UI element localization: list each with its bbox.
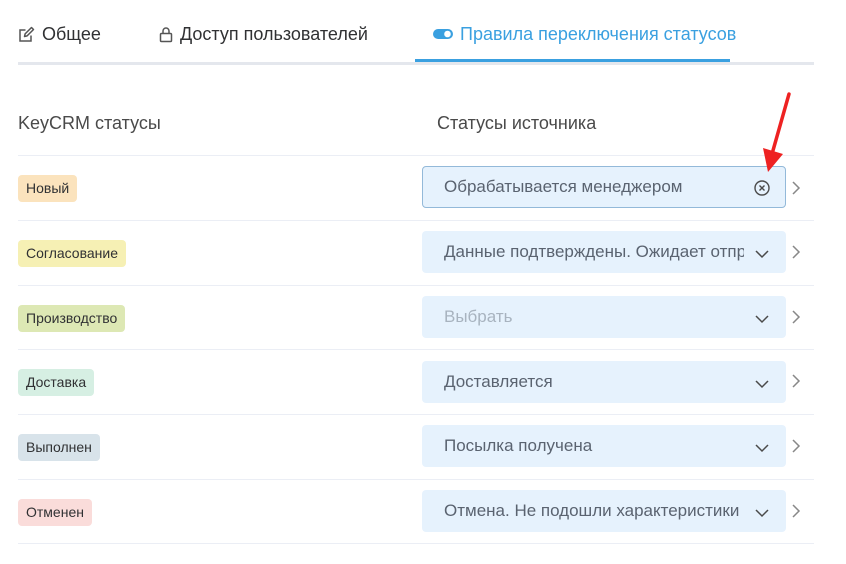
chevron-right-icon[interactable] xyxy=(791,373,801,394)
chevron-right-icon[interactable] xyxy=(791,180,801,201)
source-status-select[interactable]: Посылка получена xyxy=(422,425,786,467)
source-status-value: Обрабатывается менеджером xyxy=(444,177,683,196)
column-header-keycrm: KeyCRM статусы xyxy=(18,113,161,133)
row-divider xyxy=(18,479,814,480)
source-status-placeholder: Выбрать xyxy=(444,307,513,326)
annotation-arrow-icon xyxy=(763,92,791,172)
chevron-down-icon xyxy=(754,245,770,266)
column-header-source: Статусы источника xyxy=(437,113,597,133)
tab-bar: Общее Доступ пользователей Правила перек… xyxy=(18,0,814,65)
status-badge: Согласование xyxy=(18,240,126,267)
status-badge: Отменен xyxy=(18,499,92,526)
source-status-select[interactable]: Выбрать xyxy=(422,296,786,338)
source-status-value: Доставляется xyxy=(444,372,553,391)
chevron-down-icon xyxy=(754,439,770,460)
status-badge: Производство xyxy=(18,305,126,332)
clear-icon[interactable] xyxy=(754,180,770,201)
status-badge: Новый xyxy=(18,175,78,202)
source-status-value: Отмена. Не подошли характеристики xyxy=(444,501,740,520)
row-divider xyxy=(18,155,814,156)
active-tab-indicator xyxy=(415,59,730,62)
chevron-right-icon[interactable] xyxy=(791,438,801,459)
row-divider xyxy=(18,543,814,544)
chevron-right-icon[interactable] xyxy=(791,309,801,330)
row-divider xyxy=(18,414,814,415)
chevron-down-icon xyxy=(754,375,770,396)
status-badge: Доставка xyxy=(18,369,95,396)
source-status-select[interactable]: Обрабатывается менеджером xyxy=(422,166,786,208)
chevron-right-icon[interactable] xyxy=(791,503,801,524)
source-status-select[interactable]: Доставляется xyxy=(422,361,786,403)
tab-status-switch-rules[interactable]: Правила переключения статусов xyxy=(433,24,736,62)
source-status-value: Данные подтверждены. Ожидает отправки xyxy=(444,242,744,261)
tab-general-label: Общее xyxy=(42,24,101,44)
edit-icon xyxy=(18,26,35,48)
tab-user-access[interactable]: Доступ пользователей xyxy=(159,24,368,62)
chevron-down-icon xyxy=(754,504,770,525)
tab-user-access-label: Доступ пользователей xyxy=(180,24,368,44)
chevron-right-icon[interactable] xyxy=(791,244,801,265)
chevron-down-icon xyxy=(754,310,770,331)
source-status-value: Посылка получена xyxy=(444,436,593,455)
source-status-select[interactable]: Отмена. Не подошли характеристики xyxy=(422,490,786,532)
source-status-select[interactable]: Данные подтверждены. Ожидает отправки xyxy=(422,231,786,273)
status-badge: Выполнен xyxy=(18,434,100,461)
toggle-icon xyxy=(433,26,453,47)
row-divider xyxy=(18,220,814,221)
tab-status-switch-rules-label: Правила переключения статусов xyxy=(460,24,737,44)
row-divider xyxy=(18,285,814,286)
lock-icon xyxy=(159,26,173,48)
row-divider xyxy=(18,349,814,350)
tab-general[interactable]: Общее xyxy=(18,24,101,62)
